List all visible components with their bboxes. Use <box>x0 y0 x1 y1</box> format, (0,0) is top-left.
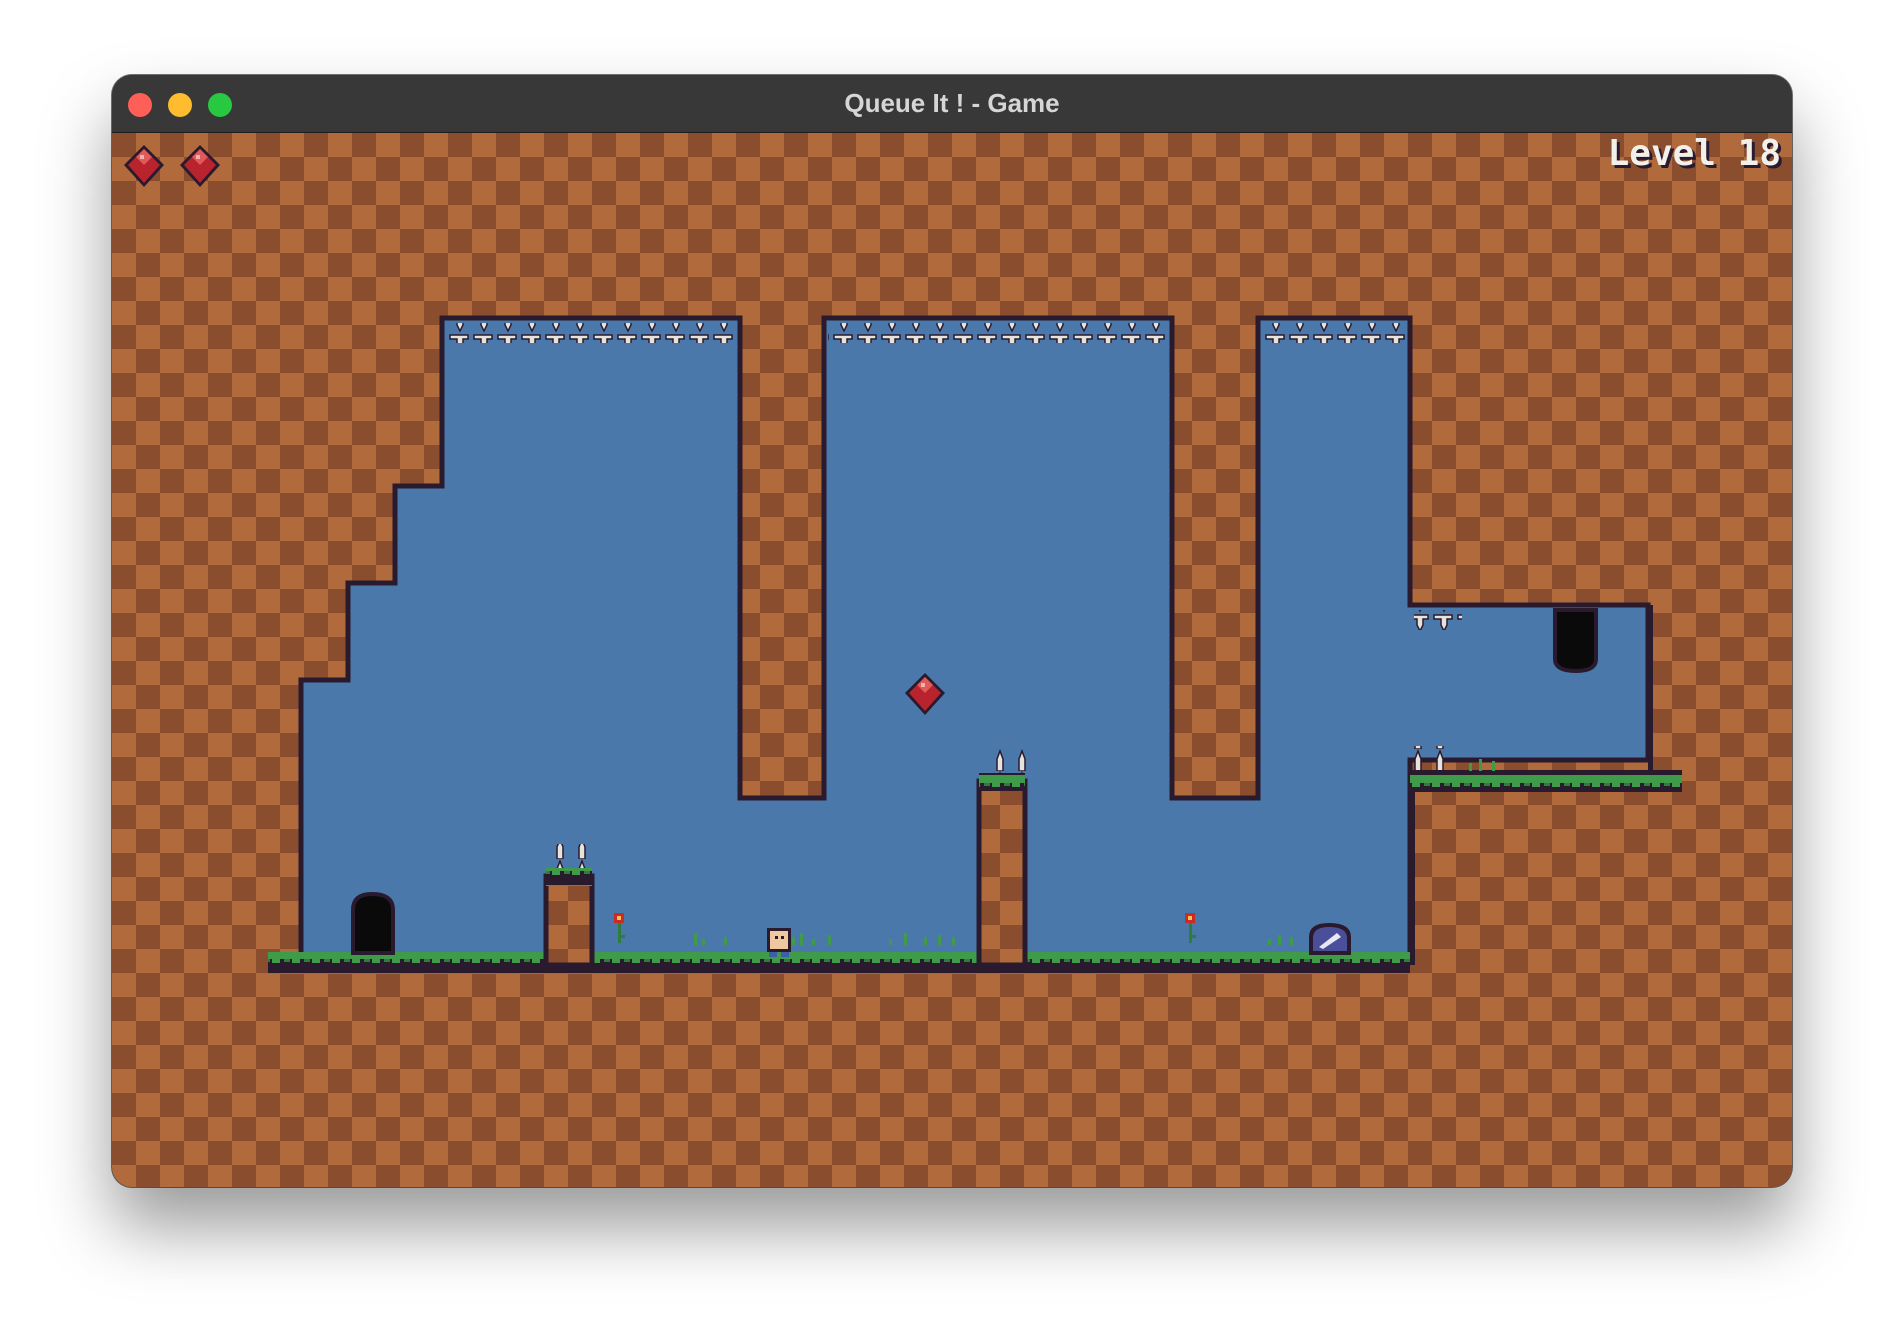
pillar-spikes <box>982 749 1026 773</box>
ledge-spikes <box>1412 746 1456 770</box>
ground-grass <box>268 952 1446 974</box>
slime-enemy <box>1309 923 1351 955</box>
title-bar[interactable]: Queue It ! - Game <box>112 75 1792 133</box>
ceiling-spikes <box>828 323 1168 343</box>
pillar-center <box>976 778 1028 968</box>
game-window: Queue It ! - Game Level 18 Level 18 <box>112 75 1792 1187</box>
game-canvas[interactable]: Level 18 Level 18 <box>112 133 1792 1187</box>
ground-floor <box>268 965 1446 1187</box>
spawn-door <box>1553 608 1598 674</box>
level-indicator: Level 18 <box>1608 133 1781 174</box>
ceiling-spikes <box>1262 323 1406 343</box>
pillar-left <box>543 873 595 968</box>
ceiling-spikes <box>446 323 736 343</box>
ledge-grass <box>1410 770 1682 792</box>
window-title: Queue It ! - Game <box>844 88 1060 118</box>
exit-door <box>351 891 395 955</box>
right-ledge <box>1410 782 1792 1187</box>
ceiling-spikes <box>1414 610 1462 630</box>
pillar-spikes <box>549 844 593 868</box>
